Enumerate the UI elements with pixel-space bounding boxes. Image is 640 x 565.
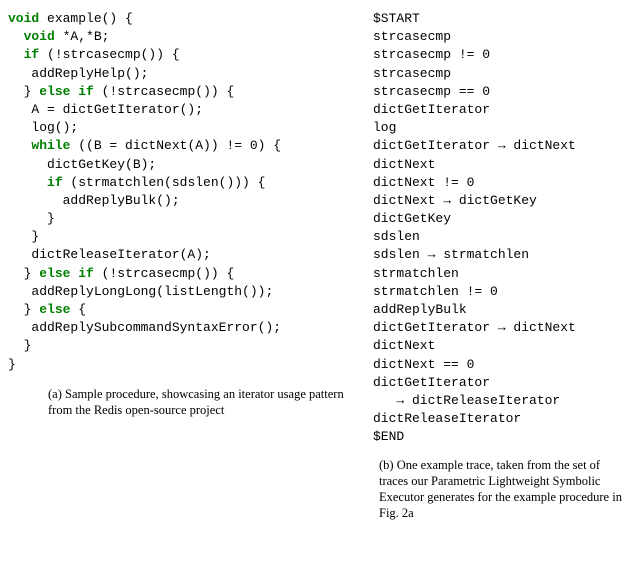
figure-container: void example() { void *A,*B; if (!strcas… xyxy=(0,0,640,565)
code-text: (!strcasecmp()) { xyxy=(39,47,179,62)
keyword-while: while xyxy=(31,138,70,153)
code-text: dictReleaseIterator(A); xyxy=(31,247,210,262)
code-text: example() { xyxy=(39,11,133,26)
trace-line: dictGetIterator → dictNext xyxy=(373,320,576,335)
trace-line: strcasecmp != 0 xyxy=(373,47,490,62)
keyword-void: void xyxy=(24,29,55,44)
code-text: dictGetKey(B); xyxy=(47,157,156,172)
trace-line: dictNext == 0 xyxy=(373,357,474,372)
trace-line: $END xyxy=(373,429,404,444)
trace-line: log xyxy=(373,120,396,135)
code-text: log(); xyxy=(31,120,78,135)
code-text: } xyxy=(8,357,16,372)
keyword-else: else xyxy=(39,84,70,99)
keyword-if: if xyxy=(47,175,63,190)
trace-line: dictNext != 0 xyxy=(373,175,474,190)
keyword-else: else xyxy=(39,266,70,281)
code-text: } xyxy=(24,338,32,353)
code-text: { xyxy=(70,302,86,317)
trace-line: sdslen → strmatchlen xyxy=(373,247,529,262)
code-text: (!strcasecmp()) { xyxy=(94,84,234,99)
keyword-else: else xyxy=(39,302,70,317)
code-text: (strmatchlen(sdslen())) { xyxy=(63,175,266,190)
keyword-if: if xyxy=(78,84,94,99)
code-text: } xyxy=(31,229,39,244)
code-text: } xyxy=(47,211,55,226)
keyword-void: void xyxy=(8,11,39,26)
trace-line: dictGetKey xyxy=(373,211,451,226)
code-text: ((B = dictNext(A)) != 0) { xyxy=(70,138,281,153)
code-text: *A,*B; xyxy=(55,29,110,44)
keyword-if: if xyxy=(78,266,94,281)
code-text: addReplyLongLong(listLength()); xyxy=(31,284,273,299)
right-column: $START strcasecmp strcasecmp != 0 strcas… xyxy=(373,10,632,557)
caption-a: (a) Sample procedure, showcasing an iter… xyxy=(8,386,373,419)
code-text: addReplyBulk(); xyxy=(63,193,180,208)
code-listing: void example() { void *A,*B; if (!strcas… xyxy=(8,10,373,374)
trace-line: dictReleaseIterator xyxy=(373,411,521,426)
code-text: A = dictGetIterator(); xyxy=(31,102,203,117)
trace-line: dictGetIterator → dictNext xyxy=(373,138,576,153)
trace-line: dictGetIterator xyxy=(373,375,490,390)
trace-line: dictNext xyxy=(373,338,435,353)
trace-line: → dictReleaseIterator xyxy=(373,393,560,408)
keyword-if: if xyxy=(24,47,40,62)
trace-line: strmatchlen xyxy=(373,266,459,281)
trace-line: strcasecmp xyxy=(373,29,451,44)
trace-line: strcasecmp == 0 xyxy=(373,84,490,99)
trace-line: dictNext → dictGetKey xyxy=(373,193,537,208)
trace-line: strmatchlen != 0 xyxy=(373,284,498,299)
code-text: (!strcasecmp()) { xyxy=(94,266,234,281)
trace-line: dictNext xyxy=(373,157,435,172)
trace-line: addReplyBulk xyxy=(373,302,467,317)
code-text: addReplySubcommandSyntaxError(); xyxy=(31,320,281,335)
trace-line: strcasecmp xyxy=(373,66,451,81)
left-column: void example() { void *A,*B; if (!strcas… xyxy=(8,10,373,557)
trace-line: $START xyxy=(373,11,420,26)
trace-line: dictGetIterator xyxy=(373,102,490,117)
caption-b: (b) One example trace, taken from the se… xyxy=(373,457,632,522)
trace-line: sdslen xyxy=(373,229,420,244)
code-text: addReplyHelp(); xyxy=(31,66,148,81)
trace-listing: $START strcasecmp strcasecmp != 0 strcas… xyxy=(373,10,632,447)
